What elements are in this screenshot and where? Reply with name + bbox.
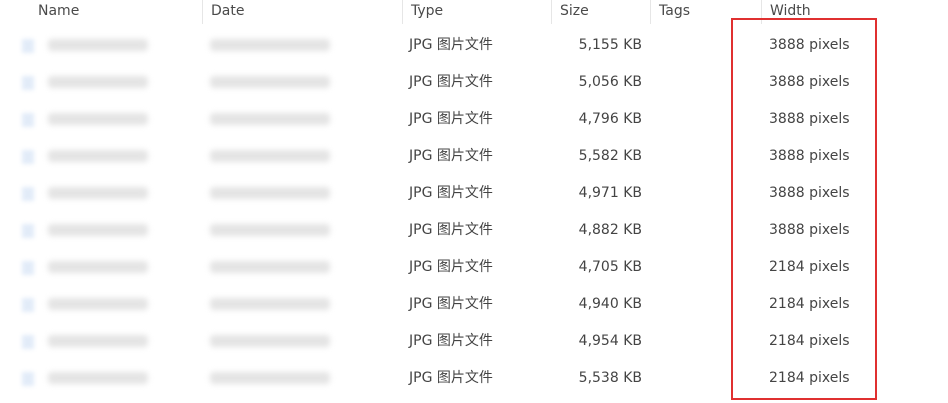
file-type: JPG 图片文件 — [409, 296, 493, 312]
file-row[interactable]: JPG 图片文件 5,538 KB 2184 pixels — [0, 360, 948, 397]
image-width: 3888 pixels — [769, 148, 850, 164]
file-type: JPG 图片文件 — [409, 185, 493, 201]
file-size: 4,971 KB — [578, 185, 642, 201]
file-date-blurred — [210, 76, 330, 88]
file-size: 5,056 KB — [578, 74, 642, 90]
file-date-blurred — [210, 335, 330, 347]
file-type: JPG 图片文件 — [409, 148, 493, 164]
file-date-blurred — [210, 298, 330, 310]
file-type: JPG 图片文件 — [409, 74, 493, 90]
file-row[interactable]: JPG 图片文件 4,954 KB 2184 pixels — [0, 323, 948, 360]
image-width: 3888 pixels — [769, 74, 850, 90]
image-file-icon — [22, 150, 38, 164]
file-row[interactable]: JPG 图片文件 4,971 KB 3888 pixels — [0, 175, 948, 212]
file-size: 5,538 KB — [578, 370, 642, 386]
file-name-blurred — [48, 187, 148, 199]
image-file-icon — [22, 261, 38, 275]
file-date-blurred — [210, 150, 330, 162]
file-size: 5,582 KB — [578, 148, 642, 164]
file-type: JPG 图片文件 — [409, 259, 493, 275]
file-type: JPG 图片文件 — [409, 111, 493, 127]
file-date-blurred — [210, 261, 330, 273]
image-width: 2184 pixels — [769, 370, 850, 386]
image-file-icon — [22, 113, 38, 127]
file-name-blurred — [48, 261, 148, 273]
file-row[interactable]: JPG 图片文件 4,882 KB 3888 pixels — [0, 212, 948, 249]
file-type: JPG 图片文件 — [409, 222, 493, 238]
image-file-icon — [22, 224, 38, 238]
column-header-width[interactable]: Width — [761, 0, 948, 24]
file-date-blurred — [210, 113, 330, 125]
file-row[interactable]: JPG 图片文件 4,940 KB 2184 pixels — [0, 286, 948, 323]
file-explorer-details-view: Name Date Type Size Tags Width JPG 图片文件 … — [0, 0, 948, 403]
image-file-icon — [22, 39, 38, 53]
image-file-icon — [22, 372, 38, 386]
file-row[interactable]: JPG 图片文件 4,796 KB 3888 pixels — [0, 101, 948, 138]
file-row[interactable]: JPG 图片文件 5,155 KB 3888 pixels — [0, 27, 948, 64]
image-width: 2184 pixels — [769, 333, 850, 349]
file-size: 4,705 KB — [578, 259, 642, 275]
file-size: 5,155 KB — [578, 37, 642, 53]
file-name-blurred — [48, 335, 148, 347]
file-name-blurred — [48, 113, 148, 125]
file-name-blurred — [48, 298, 148, 310]
image-width: 2184 pixels — [769, 296, 850, 312]
image-file-icon — [22, 76, 38, 90]
file-row[interactable]: JPG 图片文件 5,056 KB 3888 pixels — [0, 64, 948, 101]
file-date-blurred — [210, 224, 330, 236]
file-type: JPG 图片文件 — [409, 37, 493, 53]
image-width: 3888 pixels — [769, 185, 850, 201]
image-width: 3888 pixels — [769, 111, 850, 127]
column-header-tags[interactable]: Tags — [650, 0, 761, 24]
image-file-icon — [22, 298, 38, 312]
column-header-size[interactable]: Size — [551, 0, 650, 24]
file-size: 4,796 KB — [578, 111, 642, 127]
image-width: 2184 pixels — [769, 259, 850, 275]
image-file-icon — [22, 335, 38, 349]
file-size: 4,954 KB — [578, 333, 642, 349]
file-name-blurred — [48, 150, 148, 162]
file-row[interactable]: JPG 图片文件 4,705 KB 2184 pixels — [0, 249, 948, 286]
file-date-blurred — [210, 372, 330, 384]
file-date-blurred — [210, 187, 330, 199]
file-name-blurred — [48, 224, 148, 236]
file-row[interactable]: JPG 图片文件 5,582 KB 3888 pixels — [0, 138, 948, 175]
column-header-name[interactable]: Name — [30, 0, 202, 24]
file-name-blurred — [48, 372, 148, 384]
column-header-type[interactable]: Type — [402, 0, 551, 24]
image-width: 3888 pixels — [769, 222, 850, 238]
file-size: 4,882 KB — [578, 222, 642, 238]
file-name-blurred — [48, 76, 148, 88]
image-width: 3888 pixels — [769, 37, 850, 53]
column-header-date[interactable]: Date — [202, 0, 402, 24]
image-file-icon — [22, 187, 38, 201]
file-name-blurred — [48, 39, 148, 51]
file-type: JPG 图片文件 — [409, 333, 493, 349]
file-size: 4,940 KB — [578, 296, 642, 312]
file-date-blurred — [210, 39, 330, 51]
file-type: JPG 图片文件 — [409, 370, 493, 386]
column-header-row: Name Date Type Size Tags Width — [0, 0, 948, 24]
file-list: JPG 图片文件 5,155 KB 3888 pixels JPG 图片文件 5… — [0, 27, 948, 397]
